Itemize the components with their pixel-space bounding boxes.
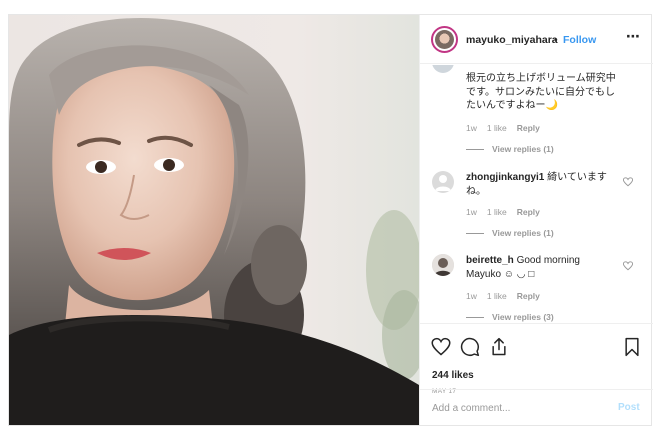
comment-avatar[interactable] bbox=[432, 254, 454, 276]
view-replies-button[interactable]: View replies (3) bbox=[466, 312, 554, 322]
post-header: mayuko_miyahara • Follow ⋯ bbox=[420, 15, 653, 64]
header-username[interactable]: mayuko_miyahara bbox=[466, 34, 558, 46]
separator-dot: • bbox=[554, 34, 558, 46]
comment-likes[interactable]: 1 like bbox=[487, 291, 507, 301]
post-button[interactable]: Post bbox=[618, 402, 640, 413]
comment-username[interactable]: zhongjinkangyi1 bbox=[466, 172, 544, 183]
comment-time: 1w bbox=[466, 207, 477, 217]
comment-likes[interactable]: 1 like bbox=[487, 123, 507, 133]
reply-button[interactable]: Reply bbox=[517, 291, 540, 301]
comments-list[interactable]: 根元の立ち上げボリューム研究中です。サロンみたいに自分でもしたいんですよねー🌙 … bbox=[420, 65, 653, 323]
comment-meta: 1w 1 like Reply bbox=[466, 123, 550, 133]
view-replies-label: View replies (1) bbox=[492, 144, 554, 154]
comment-text: 根元の立ち上げボリューム研究中です。サロンみたいに自分でもしたいんですよねー🌙 bbox=[466, 73, 616, 111]
reply-button[interactable]: Reply bbox=[517, 123, 540, 133]
selfie-image bbox=[9, 15, 419, 425]
comment-time: 1w bbox=[466, 291, 477, 301]
view-replies-label: View replies (1) bbox=[492, 228, 554, 238]
comment-username[interactable]: beirette_h bbox=[466, 255, 514, 266]
post-frame: mayuko_miyahara • Follow ⋯ 根元の立ち上げボリューム研… bbox=[8, 14, 653, 426]
post-photo[interactable] bbox=[9, 15, 419, 425]
add-comment-input[interactable] bbox=[432, 401, 602, 415]
comment-avatar[interactable] bbox=[432, 65, 454, 73]
comment-meta: 1w 1 like Reply bbox=[466, 207, 550, 217]
bookmark-icon[interactable] bbox=[622, 337, 642, 357]
share-icon[interactable] bbox=[489, 337, 509, 357]
likes-count[interactable]: 244 likes bbox=[432, 370, 474, 381]
add-comment-bar: Post bbox=[420, 389, 653, 425]
comment-meta: 1w 1 like Reply bbox=[466, 291, 550, 301]
view-replies-button[interactable]: View replies (1) bbox=[466, 228, 554, 238]
reply-button[interactable]: Reply bbox=[517, 207, 540, 217]
avatar-image bbox=[435, 30, 454, 49]
avatar[interactable] bbox=[431, 26, 458, 53]
comment-heart-icon[interactable] bbox=[623, 261, 633, 271]
view-replies-label: View replies (3) bbox=[492, 312, 554, 322]
post-side-panel: mayuko_miyahara • Follow ⋯ 根元の立ち上げボリューム研… bbox=[419, 15, 653, 425]
follow-button[interactable]: Follow bbox=[563, 34, 596, 46]
comment-time: 1w bbox=[466, 123, 477, 133]
divider-line bbox=[466, 149, 484, 151]
comment-avatar[interactable] bbox=[432, 171, 454, 193]
user-avatar-image bbox=[432, 254, 454, 276]
divider-line bbox=[466, 233, 484, 235]
comment-text: zhongjinkangyi1 綺いていますね。 bbox=[466, 171, 616, 198]
view-replies-button[interactable]: View replies (1) bbox=[466, 144, 554, 154]
heart-icon[interactable] bbox=[431, 337, 451, 357]
more-options-icon[interactable]: ⋯ bbox=[626, 28, 641, 45]
divider-line bbox=[466, 317, 484, 319]
comment-text: beirette_h Good morning Mayuko ☺ ◡ □ bbox=[466, 254, 616, 281]
comment-heart-icon[interactable] bbox=[623, 177, 633, 187]
comment-likes[interactable]: 1 like bbox=[487, 207, 507, 217]
default-avatar-icon bbox=[435, 175, 451, 191]
comment-icon[interactable] bbox=[460, 337, 480, 357]
